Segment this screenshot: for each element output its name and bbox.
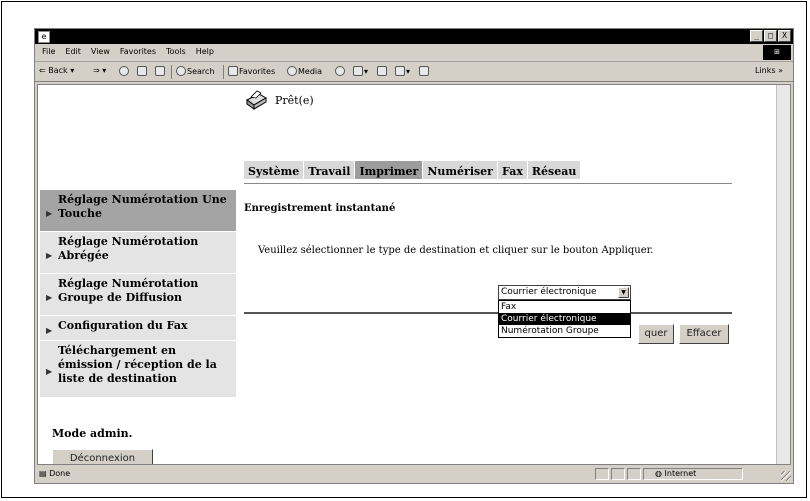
status-text: ▤ Done — [39, 469, 71, 478]
tab-systeme[interactable]: Système — [244, 161, 304, 179]
main-tabs: Système Travail Imprimer Numériser Fax R… — [244, 161, 581, 179]
printer-icon — [246, 90, 267, 110]
option-group[interactable]: Numérotation Groupe — [499, 325, 630, 337]
forward-arrow-icon: ⇒ — [93, 66, 100, 75]
sidebar: ▶ Réglage Numérotation Une Touche ▶ Régl… — [40, 190, 236, 398]
vertical-scrollbar[interactable] — [776, 85, 790, 464]
arrow-right-icon: ▶ — [46, 250, 53, 260]
minimize-button[interactable]: _ — [750, 30, 763, 42]
globe-icon: ◍ — [655, 469, 662, 478]
toolbar: ⇐ Back ▾ ⇒ ▾ Search Favorites Media ▾ ▾ … — [35, 62, 793, 82]
sidebar-item-label: Téléchargement en émission / réception d… — [58, 344, 217, 385]
tabs-underline — [244, 183, 732, 184]
favorites-button[interactable]: Favorites — [228, 66, 275, 76]
ie-icon: e — [38, 31, 50, 43]
option-email[interactable]: Courrier électronique — [499, 313, 630, 325]
sidebar-item-group[interactable]: ▶ Réglage Numérotation Groupe de Diffusi… — [40, 274, 236, 315]
discuss-button[interactable] — [419, 66, 430, 76]
browser-window: e _ □ X File Edit View Favorites Tools Help ⊞… — [34, 28, 794, 484]
stop-button[interactable] — [119, 66, 130, 76]
sidebar-item-abbreviated[interactable]: ▶ Réglage Numérotation Abrégée — [40, 232, 236, 273]
tab-travail[interactable]: Travail — [304, 161, 355, 179]
sidebar-item-label: Réglage Numérotation Groupe de Diffusion — [58, 277, 199, 304]
refresh-button[interactable] — [137, 66, 148, 76]
arrow-right-icon: ▶ — [46, 366, 53, 376]
maximize-button[interactable]: □ — [764, 30, 777, 42]
select-value: Courrier électronique — [501, 287, 597, 297]
media-icon — [287, 66, 297, 76]
arrow-right-icon: ▶ — [46, 292, 53, 302]
destination-type-select[interactable]: Courrier électronique ▼ — [498, 285, 631, 300]
refresh-icon — [137, 66, 147, 76]
sidebar-item-fax-config[interactable]: ▶ Configuration du Fax — [40, 316, 236, 340]
print-button[interactable] — [377, 66, 388, 76]
logout-button[interactable]: Déconnexion — [52, 449, 153, 464]
title-bar: e _ □ X — [35, 29, 793, 44]
edit-button[interactable]: ▾ — [395, 66, 410, 76]
instruction-text: Veuillez sélectionner le type de destina… — [258, 245, 654, 256]
home-icon — [155, 66, 165, 76]
page-icon: ▤ — [39, 469, 47, 478]
sidebar-item-label: Réglage Numérotation Abrégée — [58, 235, 199, 262]
history-icon — [335, 66, 345, 76]
sidebar-item-destination-list[interactable]: ▶ Téléchargement en émission / réception… — [40, 341, 236, 397]
media-button[interactable]: Media — [287, 66, 322, 76]
sidebar-item-label: Réglage Numérotation Une Touche — [58, 193, 227, 220]
device-status: Prêt(e) — [275, 94, 314, 107]
destination-type-dropdown: Fax Courrier électronique Numérotation G… — [498, 300, 631, 338]
clear-button[interactable]: Effacer — [679, 324, 729, 344]
windows-logo-icon: ⊞ — [763, 45, 791, 60]
arrow-right-icon: ▶ — [46, 325, 53, 335]
window-controls: _ □ X — [750, 30, 791, 42]
menu-file[interactable]: File — [37, 44, 60, 56]
mail-icon — [353, 66, 363, 76]
status-pane — [595, 468, 609, 480]
status-bar: ▤ Done ◍ Internet — [35, 466, 793, 483]
sidebar-item-one-touch[interactable]: ▶ Réglage Numérotation Une Touche — [40, 190, 236, 231]
back-arrow-icon: ⇐ — [39, 66, 46, 75]
favorites-icon — [228, 66, 238, 76]
search-button[interactable]: Search — [176, 66, 214, 76]
apply-button[interactable]: quer — [638, 324, 674, 344]
word-icon — [395, 66, 405, 76]
print-icon — [377, 66, 387, 76]
status-pane — [627, 468, 641, 480]
menu-help[interactable]: Help — [191, 44, 219, 56]
status-zone: ◍ Internet — [655, 469, 697, 478]
tab-reseau[interactable]: Réseau — [527, 161, 581, 179]
sidebar-item-label: Configuration du Fax — [58, 319, 188, 332]
resize-grip[interactable] — [781, 471, 791, 481]
menu-bar: File Edit View Favorites Tools Help ⊞ — [35, 44, 793, 62]
section-title: Enregistrement instantané — [244, 203, 396, 214]
stop-icon — [119, 66, 129, 76]
search-icon — [176, 66, 186, 76]
menu-tools[interactable]: Tools — [161, 44, 191, 56]
tab-fax[interactable]: Fax — [497, 161, 527, 179]
tab-imprimer[interactable]: Imprimer — [355, 161, 423, 179]
admin-mode-label: Mode admin. — [52, 427, 133, 440]
home-button[interactable] — [155, 66, 166, 76]
menu-view[interactable]: View — [86, 44, 115, 56]
close-button[interactable]: X — [778, 30, 791, 42]
discuss-icon — [419, 66, 429, 76]
menu-favorites[interactable]: Favorites — [115, 44, 161, 56]
toolbar-separator — [223, 65, 224, 79]
arrow-right-icon: ▶ — [46, 208, 53, 218]
tab-numeriser[interactable]: Numériser — [423, 161, 497, 179]
links-button[interactable]: Links » — [755, 66, 783, 75]
chevron-down-icon[interactable]: ▼ — [618, 287, 629, 298]
screenshot-frame: e _ □ X File Edit View Favorites Tools Help ⊞… — [1, 1, 807, 498]
page-content: Prêt(e) Système Travail Imprimer Numéris… — [37, 84, 791, 465]
back-button[interactable]: ⇐ Back ▾ — [39, 66, 74, 75]
option-fax[interactable]: Fax — [499, 301, 630, 313]
status-pane — [611, 468, 625, 480]
history-button[interactable] — [335, 66, 346, 76]
form-divider — [244, 312, 732, 314]
mail-button[interactable]: ▾ — [353, 66, 368, 76]
menu-edit[interactable]: Edit — [60, 44, 86, 56]
forward-button[interactable]: ⇒ ▾ — [93, 66, 106, 75]
toolbar-separator — [171, 65, 172, 79]
